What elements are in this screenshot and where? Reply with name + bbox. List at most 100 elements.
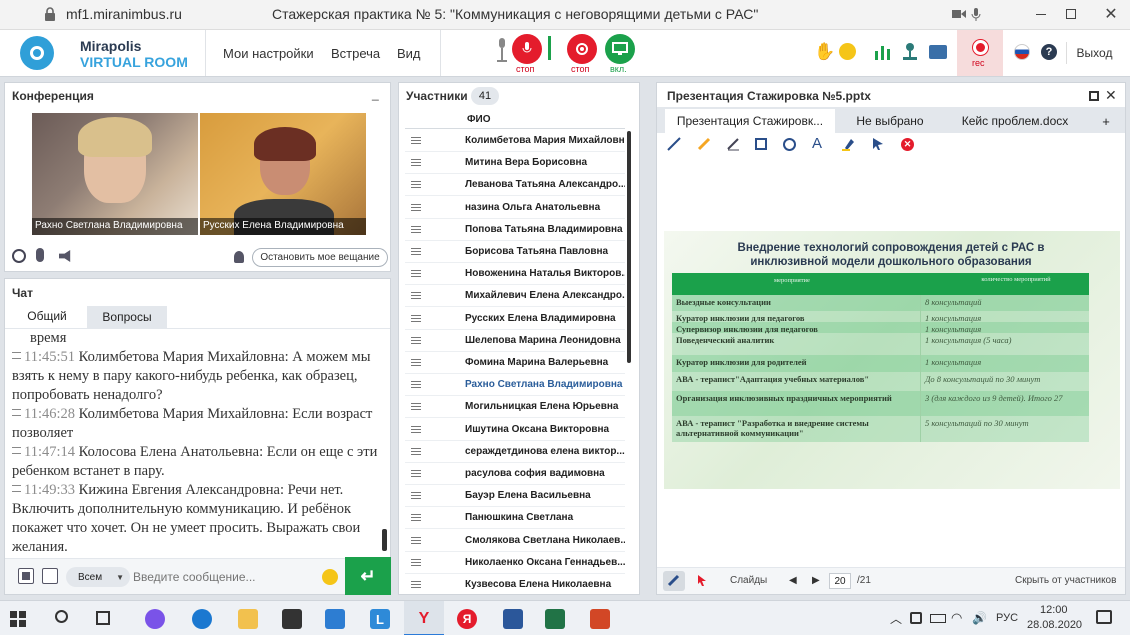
- participant-row[interactable]: Шелепова Марина Леонидовна: [405, 330, 625, 352]
- clock-time[interactable]: 12:00: [1040, 604, 1068, 616]
- doc-tab-add[interactable]: +: [1091, 109, 1121, 133]
- text-tool-icon[interactable]: A: [812, 135, 822, 152]
- menu-meeting[interactable]: Встреча: [331, 46, 380, 61]
- menu-icon[interactable]: [411, 225, 421, 233]
- menu-icon[interactable]: [411, 292, 421, 300]
- menu-icon[interactable]: [411, 137, 421, 144]
- participant-row[interactable]: Митина Вера Борисовна: [405, 152, 625, 175]
- emoji-picker-icon[interactable]: [322, 569, 338, 585]
- emoji-icon[interactable]: [839, 43, 856, 60]
- menu-view[interactable]: Вид: [397, 46, 421, 61]
- menu-icon[interactable]: [411, 558, 421, 566]
- menu-icon[interactable]: [411, 248, 421, 255]
- doc-tab-not-selected[interactable]: Не выбрано: [841, 109, 939, 133]
- search-icon[interactable]: [55, 610, 68, 623]
- help-icon[interactable]: ?: [1041, 44, 1057, 60]
- cortana-icon[interactable]: [145, 609, 165, 629]
- menu-icon[interactable]: [411, 470, 421, 477]
- pointer-tool-icon[interactable]: [872, 137, 884, 151]
- doc-tab-presentation[interactable]: Презентация Стажировк...: [665, 109, 835, 133]
- ellipse-tool-icon[interactable]: [783, 138, 796, 151]
- panel-minimize-icon[interactable]: _: [372, 87, 379, 101]
- participant-row[interactable]: Кузвесова Елена Николаевна: [405, 574, 625, 594]
- doc-tab-case-problems[interactable]: Кейс проблем.docx: [945, 109, 1085, 133]
- next-slide-icon[interactable]: ▶: [812, 575, 820, 586]
- russian-flag-icon[interactable]: [1014, 44, 1030, 60]
- clear-tool-icon[interactable]: ✕: [901, 138, 914, 151]
- marker-tool-icon[interactable]: [697, 137, 711, 151]
- hide-from-participants-button[interactable]: Скрыть от участников: [1015, 575, 1116, 586]
- menu-icon[interactable]: [411, 314, 421, 322]
- menu-icon[interactable]: [411, 403, 421, 411]
- participant-row[interactable]: Попова Татьяна Владимировна: [405, 219, 625, 241]
- tray-chevron-icon[interactable]: ︿: [890, 610, 902, 627]
- participant-row[interactable]: Рахно Светлана Владимировна: [405, 374, 625, 397]
- menu-icon[interactable]: [411, 181, 421, 189]
- screen-share-button[interactable]: [605, 34, 635, 64]
- participant-row[interactable]: Могильницкая Елена Юрьевна: [405, 396, 625, 419]
- camera-icon[interactable]: [952, 9, 966, 19]
- exit-button[interactable]: Выход: [1066, 42, 1122, 64]
- webcam-settings-icon[interactable]: [12, 249, 26, 263]
- edge-icon[interactable]: [192, 609, 212, 629]
- network-icon[interactable]: [901, 42, 919, 62]
- line-tool-icon[interactable]: [667, 137, 681, 151]
- chat-format-icon[interactable]: [18, 568, 34, 584]
- draw-mode-button[interactable]: [663, 571, 685, 591]
- menu-my-settings[interactable]: Мои настройки: [223, 46, 314, 61]
- participant-row[interactable]: Колимбетова Мария Михайловна: [405, 130, 625, 152]
- video-tile-1[interactable]: Рахно Светлана Владимировна: [32, 113, 198, 235]
- microphone-icon[interactable]: [971, 8, 981, 21]
- menu-icon[interactable]: [411, 425, 421, 433]
- chat-tab-questions[interactable]: Вопросы: [87, 306, 167, 328]
- participant-row[interactable]: Леванова Татьяна Александро...: [405, 174, 625, 197]
- stop-broadcast-button[interactable]: Остановить мое вещание: [252, 248, 388, 267]
- participant-row[interactable]: Русских Елена Владимировна: [405, 308, 625, 330]
- menu-icon[interactable]: [411, 536, 421, 544]
- notifications-icon[interactable]: [1096, 610, 1112, 624]
- excel-icon[interactable]: [545, 609, 565, 629]
- participant-row[interactable]: Бауэр Елена Васильевна: [405, 485, 625, 508]
- task-view-icon[interactable]: [96, 611, 110, 625]
- participant-row[interactable]: Михайлевич Елена Александро...: [405, 285, 625, 308]
- chart-icon[interactable]: [874, 43, 892, 61]
- menu-icon[interactable]: [411, 492, 421, 500]
- menu-icon[interactable]: [411, 203, 421, 211]
- chat-send-button[interactable]: ↵: [345, 557, 391, 595]
- chat-tab-general[interactable]: Общий: [11, 306, 83, 328]
- participants-scrollbar[interactable]: [627, 131, 631, 363]
- menu-icon[interactable]: [411, 159, 421, 167]
- menu-icon[interactable]: [411, 381, 421, 389]
- file-explorer-icon[interactable]: [238, 609, 258, 629]
- browser-url[interactable]: mf1.miranimbus.ru: [66, 6, 182, 22]
- record-icon[interactable]: [973, 40, 988, 55]
- input-language[interactable]: РУС: [996, 612, 1018, 624]
- wifi-icon[interactable]: ◠: [951, 610, 962, 626]
- pointer-mode-icon[interactable]: [697, 574, 707, 587]
- mic-stop-button[interactable]: [512, 34, 542, 64]
- mic-settings-icon[interactable]: [36, 248, 44, 262]
- clock-date[interactable]: 28.08.2020: [1027, 619, 1082, 631]
- restore-icon[interactable]: [1066, 9, 1076, 19]
- participant-row[interactable]: Борисова Татьяна Павловна: [405, 241, 625, 263]
- participant-row[interactable]: Фомина Марина Валерьевна: [405, 352, 625, 374]
- speaker-settings-icon[interactable]: [59, 250, 71, 262]
- page-input[interactable]: 20: [829, 573, 851, 589]
- participant-row[interactable]: расулова софия вадимовна: [405, 463, 625, 485]
- rectangle-tool-icon[interactable]: [755, 138, 767, 150]
- app-grid-icon[interactable]: [590, 609, 610, 629]
- volume-icon[interactable]: 🔊: [972, 611, 987, 625]
- menu-icon[interactable]: [411, 581, 421, 588]
- folder-icon[interactable]: [929, 45, 947, 59]
- prev-slide-icon[interactable]: ◀: [789, 575, 797, 586]
- participant-row[interactable]: Ишутина Оксана Викторовна: [405, 419, 625, 441]
- mic-stand-icon[interactable]: [495, 38, 509, 64]
- menu-icon[interactable]: [411, 270, 421, 278]
- chat-attach-icon[interactable]: [42, 568, 58, 584]
- participant-row[interactable]: Николаенко Оксана Геннадьев...: [405, 552, 625, 574]
- word-icon[interactable]: [503, 609, 523, 629]
- windows-start-icon[interactable]: [10, 611, 26, 627]
- pen-tool-icon[interactable]: [726, 137, 740, 151]
- menu-icon[interactable]: [411, 514, 421, 522]
- participant-row[interactable]: Новоженина Наталья Викторов...: [405, 263, 625, 286]
